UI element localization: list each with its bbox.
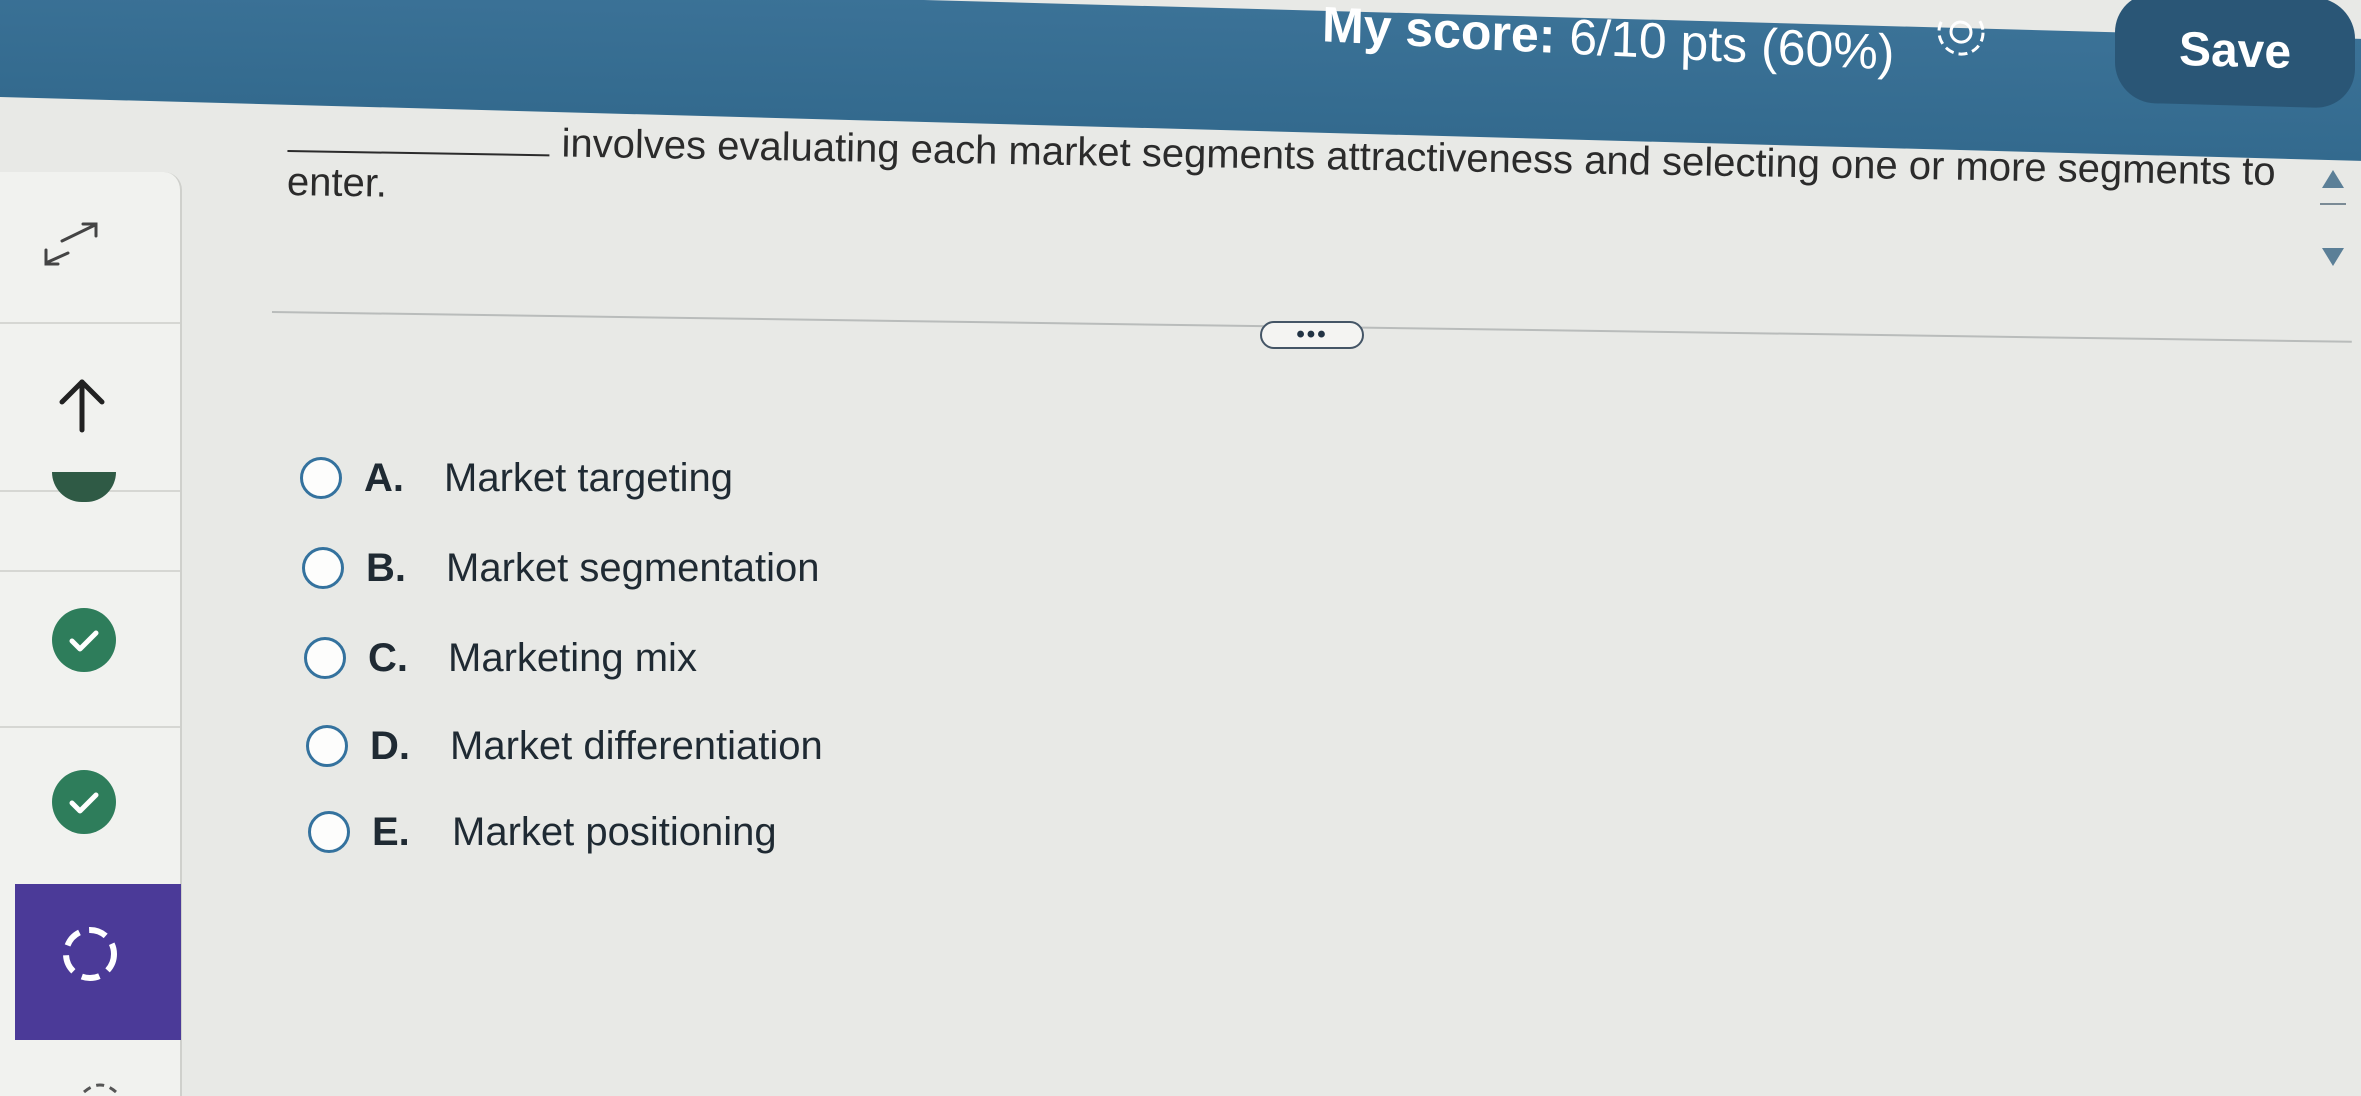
next-item-icon[interactable] [80, 1076, 120, 1096]
current-question-item[interactable] [15, 884, 181, 1040]
option-d[interactable]: D. Market differentiation [306, 716, 823, 776]
option-b[interactable]: B. Market segmentation [302, 538, 820, 598]
up-arrow-icon[interactable] [50, 372, 114, 436]
quiz-screen: My score: 6/10 pts (60%) Save involves e… [0, 0, 2361, 1096]
scroll-down-icon[interactable] [2318, 242, 2348, 272]
option-label: Market differentiation [450, 723, 823, 768]
option-c[interactable]: C. Marketing mix [304, 628, 697, 688]
option-letter: D. [370, 723, 410, 768]
option-e[interactable]: E. Market positioning [308, 802, 777, 862]
option-label: Market targeting [444, 455, 734, 500]
radio-button[interactable] [304, 637, 346, 679]
rail-divider [0, 726, 180, 728]
scroll-up-icon[interactable] [2318, 164, 2348, 194]
option-letter: E. [372, 809, 410, 854]
option-label: Marketing mix [448, 635, 697, 680]
scroll-divider [2320, 203, 2346, 205]
more-options-button[interactable]: ••• [1260, 321, 1364, 349]
radio-button[interactable] [306, 725, 348, 767]
expand-icon[interactable] [40, 220, 104, 284]
score-label: My score: [1321, 0, 1557, 64]
option-label: Market segmentation [446, 545, 820, 590]
option-label: Market positioning [452, 809, 777, 854]
check-icon[interactable] [52, 608, 116, 672]
question-navigator [0, 172, 182, 1096]
gear-icon[interactable] [1930, 19, 1992, 63]
radio-button[interactable] [300, 457, 342, 499]
dashed-circle-icon [63, 927, 117, 981]
radio-button[interactable] [302, 547, 344, 589]
score-display: My score: 6/10 pts (60%) [1321, 0, 1895, 83]
rail-divider [0, 570, 180, 572]
rail-divider [0, 322, 180, 324]
answer-blank [287, 149, 550, 157]
question-status-icon[interactable] [52, 472, 116, 502]
score-value: 6/10 pts (60%) [1568, 8, 1896, 81]
option-a[interactable]: A. Market targeting [300, 448, 733, 508]
option-letter: C. [368, 635, 408, 680]
option-letter: A. [364, 455, 404, 500]
option-letter: B. [366, 545, 406, 590]
save-button[interactable]: Save [2115, 0, 2355, 109]
radio-button[interactable] [308, 811, 350, 853]
check-icon[interactable] [52, 770, 116, 834]
